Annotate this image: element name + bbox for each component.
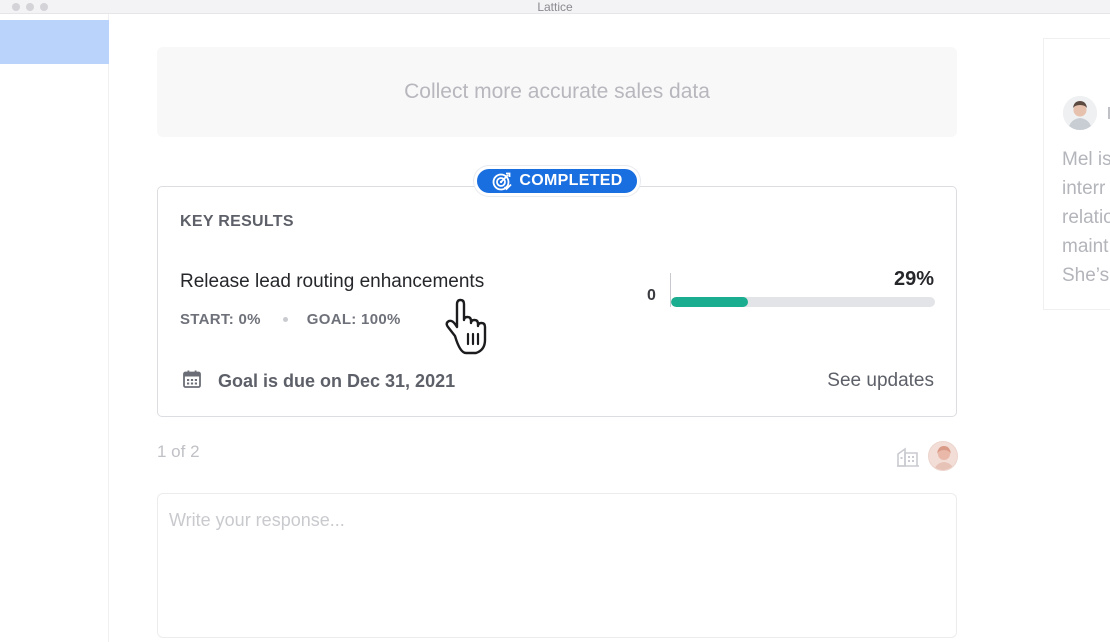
sidebar-item-selected[interactable] [0, 20, 109, 64]
status-badge: COMPLETED [474, 166, 640, 196]
window-title: Lattice [537, 0, 573, 14]
objective-title: Collect more accurate sales data [404, 80, 710, 103]
status-badge-label: COMPLETED [519, 172, 623, 189]
progress-start-value: 0 [647, 287, 656, 304]
hand-pointer-icon [438, 296, 500, 363]
response-input[interactable] [158, 494, 956, 637]
objective-card: Collect more accurate sales data [157, 47, 957, 137]
due-date-row: Goal is due on Dec 31, 2021 [182, 369, 455, 394]
key-results-card: KEY RESULTS Release lead routing enhance… [157, 186, 957, 417]
app-window: Lattice Collect more accurate sales data… [0, 0, 1110, 642]
key-results-heading: KEY RESULTS [180, 213, 294, 230]
progress-percent: 29% [893, 268, 934, 290]
start-value: START: 0% [180, 311, 261, 328]
calendar-icon [182, 369, 202, 394]
see-updates-link[interactable]: See updates [827, 370, 934, 392]
pager-text: 1 of 2 [157, 442, 200, 461]
target-check-icon [491, 170, 513, 192]
right-panel: Mel is interr relatio maint She’s [1043, 38, 1110, 310]
goal-value: GOAL: 100% [306, 311, 401, 328]
title-bar: Lattice [0, 0, 1110, 14]
due-date-text: Goal is due on Dec 31, 2021 [218, 371, 456, 391]
separator-dot [282, 317, 288, 322]
key-result-meta: START: 0% GOAL: 100% [180, 311, 401, 328]
response-textarea-container [157, 493, 957, 638]
profile-bio: Mel is interr relatio maint She’s [1062, 149, 1110, 286]
key-result-name[interactable]: Release lead routing enhancements [180, 271, 484, 293]
avatar[interactable] [928, 441, 958, 471]
progress-bar [671, 297, 935, 307]
progress-bar-fill [671, 297, 748, 307]
sidebar [0, 14, 109, 642]
building-icon[interactable] [896, 445, 920, 472]
avatar[interactable] [1063, 96, 1097, 130]
